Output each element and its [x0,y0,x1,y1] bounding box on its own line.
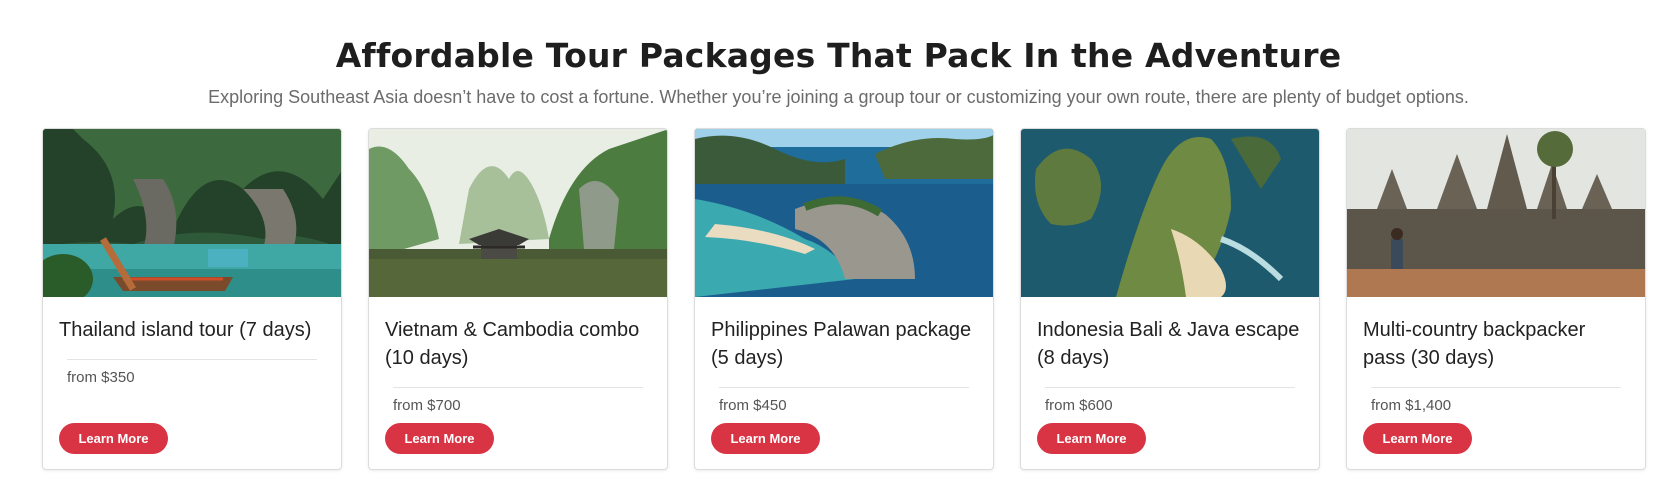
card-divider [1371,387,1621,388]
tour-card-philippines: Philippines Palawan package (5 days) fro… [694,128,994,470]
temple-ruins-photo [1347,129,1645,297]
card-divider [719,387,969,388]
card-divider [67,359,317,360]
vietnam-karst-photo [369,129,667,297]
card-title: Philippines Palawan package (5 days) [711,319,972,369]
tour-card-indonesia: Indonesia Bali & Java escape (8 days) fr… [1020,128,1320,470]
card-price: from $350 [67,369,135,386]
section-subtitle: Exploring Southeast Asia doesn’t have to… [208,87,1469,107]
card-title: Vietnam & Cambodia combo (10 days) [385,319,640,369]
card-divider [1045,387,1295,388]
card-price: from $700 [393,397,461,414]
card-title: Thailand island tour (7 days) [59,319,312,341]
card-price: from $1,400 [1371,397,1452,414]
tour-packages-section: Affordable Tour Packages That Pack In th… [0,0,1677,497]
learn-more-button[interactable]: Learn More [711,423,820,454]
learn-more-button[interactable]: Learn More [385,423,494,454]
palawan-lagoon-photo [695,129,993,297]
bali-cliff-photo [1021,129,1319,297]
card-title: Indonesia Bali & Java escape (8 days) [1037,319,1300,369]
learn-more-button[interactable]: Learn More [59,423,168,454]
card-price: from $450 [719,397,787,414]
thailand-island-photo [43,129,341,297]
tour-card-vietnam-cambodia: Vietnam & Cambodia combo (10 days) from … [368,128,668,470]
card-price: from $600 [1045,397,1113,414]
card-title: Multi-country backpacker pass (30 days) [1363,319,1586,369]
section-title: Affordable Tour Packages That Pack In th… [335,36,1342,75]
tour-card-multi-country: Multi-country backpacker pass (30 days) … [1346,128,1646,470]
tour-card-thailand: Thailand island tour (7 days) from $350 … [42,128,342,470]
learn-more-button[interactable]: Learn More [1363,423,1472,454]
learn-more-button[interactable]: Learn More [1037,423,1146,454]
card-divider [393,387,643,388]
